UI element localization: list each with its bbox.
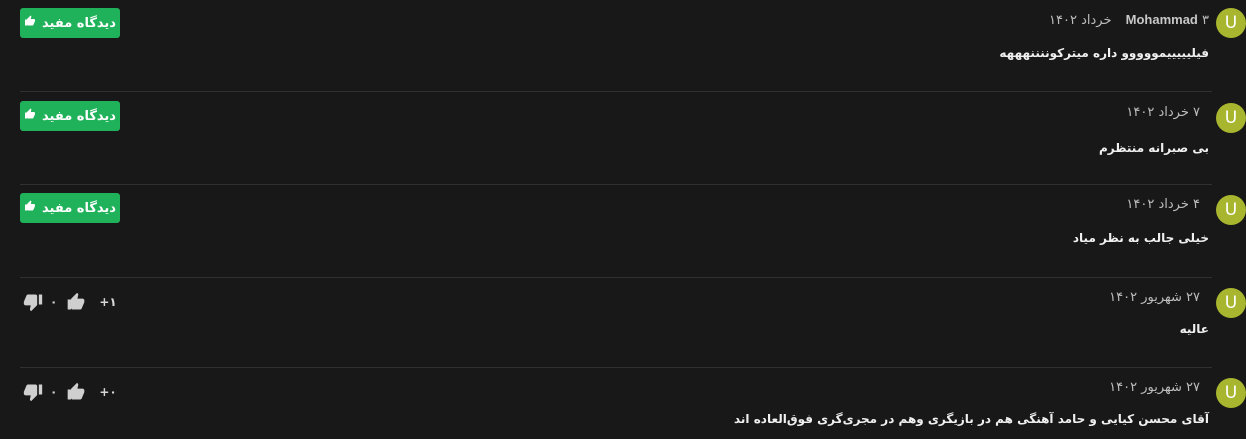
divider: [20, 91, 1212, 92]
comment-text: عالیه: [1179, 322, 1209, 336]
comment-date: ۴ خرداد ۱۴۰۲: [1126, 197, 1200, 212]
avatar: U: [1216, 378, 1246, 408]
thumbs-up-icon: [67, 382, 85, 400]
comment-meta: ۷ خرداد ۱۴۰۲: [1126, 105, 1200, 120]
thumbs-down-icon: [23, 294, 43, 312]
thumbs-down-icon: [23, 384, 43, 402]
comment-item: دیدگاه مفید U ۴ خرداد ۱۴۰۲ خیلی جالب به …: [20, 193, 1246, 273]
helpful-comment-button[interactable]: دیدگاه مفید: [20, 193, 120, 223]
dislike-button[interactable]: [20, 380, 46, 404]
divider: [20, 277, 1212, 278]
helpful-comment-button[interactable]: دیدگاه مفید: [20, 8, 120, 38]
comment-item: ۰ +۱ U ۲۷ شهریور ۱۴۰۲ عالیه: [20, 286, 1246, 366]
divider: [20, 367, 1212, 368]
vote-score: +۰: [99, 385, 117, 399]
helpful-label: دیدگاه مفید: [42, 200, 116, 216]
vote-score: +۱: [99, 295, 117, 309]
avatar: U: [1216, 103, 1246, 133]
like-button[interactable]: [63, 380, 89, 404]
comment-text: بی صبرانه منتظرم: [1098, 141, 1209, 155]
comment-text: فیلیییییمووووو داره میترکوننننهههه: [999, 46, 1209, 60]
dislike-button[interactable]: [20, 290, 46, 314]
vote-controls: ۰ +۱: [20, 290, 117, 314]
divider: [20, 184, 1212, 185]
thumbs-up-icon: [24, 108, 36, 124]
like-count: ۰: [50, 385, 58, 399]
comment-item: دیدگاه مفید U ۷ خرداد ۱۴۰۲ بی صبرانه منت…: [20, 101, 1246, 181]
comment-date: ۲۷ شهریور ۱۴۰۲: [1109, 380, 1200, 395]
comment-meta: ۴ خرداد ۱۴۰۲: [1126, 197, 1200, 212]
comment-meta: ۲۷ شهریور ۱۴۰۲: [1109, 380, 1200, 395]
comment-date: ۲۷ شهریور ۱۴۰۲: [1109, 290, 1200, 305]
helpful-comment-button[interactable]: دیدگاه مفید: [20, 101, 120, 131]
comment-date: ۷ خرداد ۱۴۰۲: [1126, 105, 1200, 120]
comment-author: Mohammad: [1125, 12, 1198, 27]
comment-text: خیلی جالب به نظر میاد: [1072, 231, 1209, 245]
comment-meta: Mohammad ۳ خرداد ۱۴۰۲: [1049, 12, 1209, 28]
comment-item: ۰ +۰ U ۲۷ شهریور ۱۴۰۲ آقای محسن کیایی و …: [20, 376, 1246, 439]
comment-text: آقای محسن کیایی و حامد آهنگی هم در بازیگ…: [733, 412, 1209, 426]
thumbs-up-icon: [24, 200, 36, 216]
helpful-label: دیدگاه مفید: [42, 15, 116, 31]
helpful-label: دیدگاه مفید: [42, 108, 116, 124]
thumbs-up-icon: [67, 292, 85, 310]
like-count: ۰: [50, 295, 58, 309]
avatar: U: [1216, 195, 1246, 225]
vote-controls: ۰ +۰: [20, 380, 117, 404]
comment-item: دیدگاه مفید U Mohammad ۳ خرداد ۱۴۰۲ فیلی…: [20, 8, 1246, 88]
avatar: U: [1216, 288, 1246, 318]
avatar: U: [1216, 8, 1246, 38]
thumbs-up-icon: [24, 15, 36, 31]
like-button[interactable]: [63, 290, 89, 314]
comment-meta: ۲۷ شهریور ۱۴۰۲: [1109, 290, 1200, 305]
